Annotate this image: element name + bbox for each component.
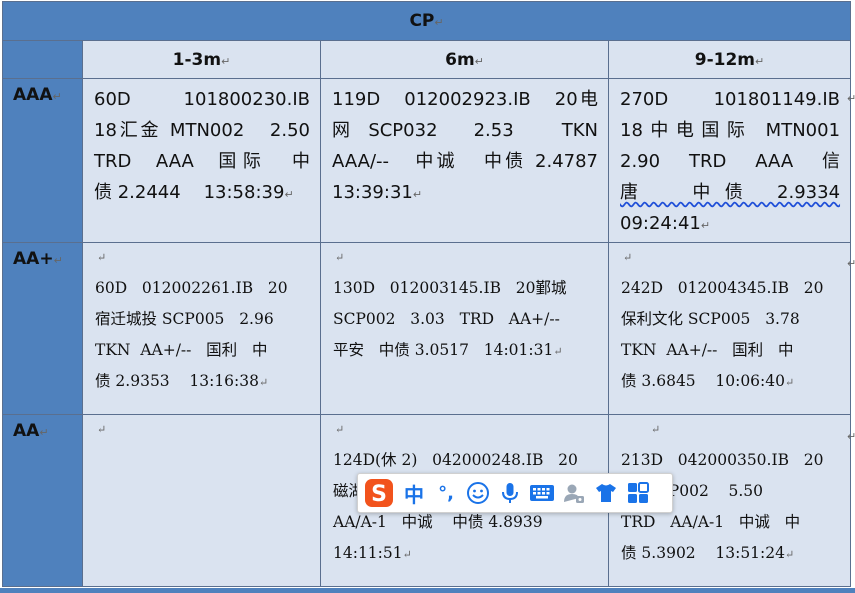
row-header-aa-plus: AA+↵: [2, 242, 83, 415]
row-end-mark: ↵: [847, 92, 855, 105]
sogou-logo-icon[interactable]: S: [360, 476, 398, 510]
skin-shirt-icon[interactable]: [590, 476, 622, 510]
paragraph-mark: ↵: [335, 251, 345, 264]
row-end-mark: ↵: [847, 430, 855, 443]
row-end-mark: ↵: [847, 257, 855, 270]
table-title: CP↵: [1, 1, 852, 41]
cell-aaa-9-12m: 270D 101801149.IB 18中电国际 MTN001 2.90 TRD…: [607, 78, 852, 243]
paragraph-mark: ↵: [651, 423, 661, 436]
cell-aa-1-3m: ↵: [82, 414, 321, 587]
cell-aa-plus-6m: ↵ 130D 012003145.IB 20鄞城 SCP002 3.03 TRD…: [320, 242, 609, 415]
paragraph-mark: ↵: [623, 251, 633, 264]
svg-text:S: S: [371, 482, 387, 507]
next-row-header-strip: [0, 588, 855, 593]
cell-aaa-6m: 119D 012002923.IB 20电 网 SCP032 2.53 TKN …: [320, 78, 609, 243]
emoji-icon[interactable]: [462, 476, 494, 510]
row-header-aaa: AAA↵: [2, 78, 83, 243]
ime-toolbar[interactable]: S 中 °,: [357, 473, 673, 513]
grid-apps-icon[interactable]: [622, 476, 654, 510]
paragraph-mark: ↵: [97, 251, 107, 264]
keyboard-icon[interactable]: [526, 476, 558, 510]
header-corner-cell: [2, 40, 83, 79]
cell-aa-plus-1-3m: ↵ 60D 012002261.IB 20 宿迁城投 SCP005 2.96 T…: [82, 242, 321, 415]
column-header-9-12m: 9-12m↵: [607, 40, 852, 79]
cell-aa-plus-9-12m: ↵ 242D 012004345.IB 20 保利文化 SCP005 3.78 …: [607, 242, 852, 415]
user-settings-icon[interactable]: [558, 476, 590, 510]
paragraph-mark: ↵: [335, 423, 345, 436]
cell-aaa-1-3m: 60D 101800230.IB 18汇金 MTN002 2.50 TRD AA…: [82, 78, 321, 243]
row-header-aa: AA↵: [2, 414, 83, 587]
punctuation-toggle-button[interactable]: °,: [430, 476, 462, 510]
paragraph-mark: ↵: [97, 423, 107, 436]
column-header-1-3m: 1-3m↵: [82, 40, 321, 79]
microphone-icon[interactable]: [494, 476, 526, 510]
chinese-mode-button[interactable]: 中: [398, 476, 430, 510]
column-header-6m: 6m↵: [320, 40, 609, 79]
